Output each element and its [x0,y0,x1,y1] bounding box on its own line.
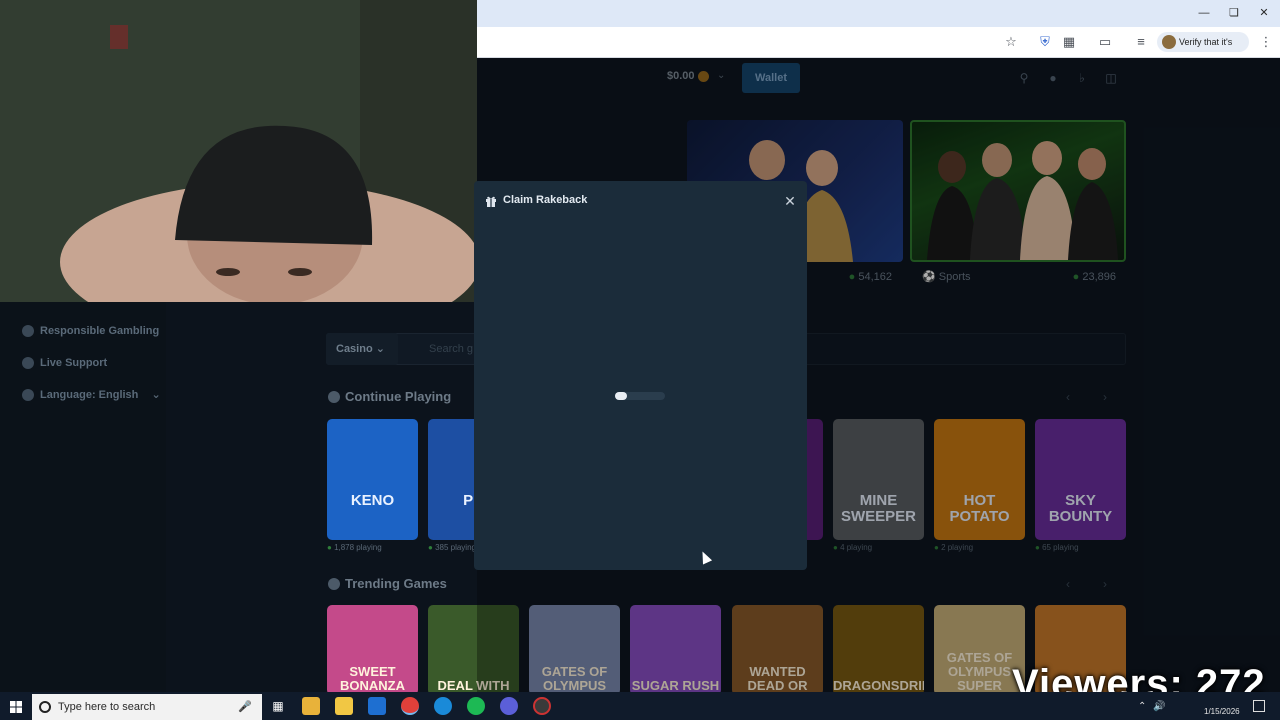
close-window-icon[interactable]: ✕ [1257,6,1271,20]
browser-titlebar [477,0,1280,27]
section-title-trending-games: Trending Games [345,576,447,591]
tray-chevron-up-icon[interactable]: ⌃ [1138,701,1146,712]
trending-game-card[interactable]: SWEET BONANZA [327,605,418,695]
bookmark-star-icon[interactable]: ☆ [1003,34,1019,50]
loading-indicator-fill [615,392,627,400]
minimize-icon[interactable]: — [1197,6,1211,20]
globe-icon [22,389,34,401]
headset-icon [22,357,34,369]
notifications-icon[interactable] [1253,700,1265,712]
sidebar-item-live-support[interactable]: Live Support [22,354,107,372]
trending-icon [328,578,340,590]
sidebar-item-label: Responsible Gambling [40,325,160,337]
taskbar-search-input[interactable]: Type here to search 🎤 [32,694,262,720]
taskbar-search-placeholder: Type here to search [58,701,156,713]
tab-search-icon[interactable]: ≡ [1133,34,1149,50]
gift-icon [486,196,496,207]
close-icon[interactable]: ✕ [783,194,797,208]
search-icon [39,701,51,713]
more-menu-icon[interactable]: ⋮ [1258,34,1274,50]
obs-icon[interactable] [533,697,551,715]
search-input[interactable]: Search g [429,343,473,355]
webcam-overlay [0,0,477,302]
game-playing-count: ● 1,878 playing [327,543,382,552]
extensions-puzzle-icon[interactable]: ▦ [1061,34,1077,50]
chrome-icon[interactable] [401,697,419,715]
loading-indicator [615,392,665,400]
discord-icon[interactable] [500,697,518,715]
store-icon[interactable] [335,697,353,715]
sidebar-item-responsible-gambling[interactable]: Responsible Gambling [22,322,159,340]
speaker-icon[interactable]: 🔊 [1153,701,1165,712]
edge-icon[interactable] [434,697,452,715]
webcam-image [0,0,477,302]
shield-extension-icon[interactable]: ⛨ [1037,34,1053,50]
file-explorer-icon[interactable] [302,697,320,715]
cast-icon[interactable]: ▭ [1097,34,1113,50]
section-title-continue-playing: Continue Playing [345,389,452,404]
sidebar-item-label: Live Support [40,357,108,369]
restore-icon[interactable]: ❏ [1227,6,1241,20]
game-card-title: SWEET BONANZA [340,664,405,693]
profile-avatar [1162,35,1176,49]
shield-icon [22,325,34,337]
history-icon [328,391,340,403]
verify-identity-button[interactable]: Verify that it's you [1157,32,1249,67]
windows-start-icon[interactable] [10,700,22,713]
modal-title: Claim Rakeback [503,194,588,206]
microphone-icon[interactable]: 🎤 [238,694,252,720]
sidebar-item-label: Language: English [40,389,139,401]
game-playing-count: ● 385 playing [428,543,476,552]
category-dropdown[interactable]: Casino ⌄ [326,333,398,365]
claim-rakeback-modal [474,181,807,570]
sidebar-item-language[interactable]: Language: English ⌄ [22,386,161,404]
spotify-icon[interactable] [467,697,485,715]
chevron-down-icon: ⌄ [151,389,161,401]
chevron-down-icon: ⌄ [375,343,385,355]
task-view-icon[interactable]: ▦ [269,697,287,715]
game-card-title: KENO [350,492,395,509]
game-card[interactable]: KENO [327,419,418,540]
mail-icon[interactable] [368,697,386,715]
taskbar-date[interactable]: 1/15/2026 [1204,707,1240,716]
